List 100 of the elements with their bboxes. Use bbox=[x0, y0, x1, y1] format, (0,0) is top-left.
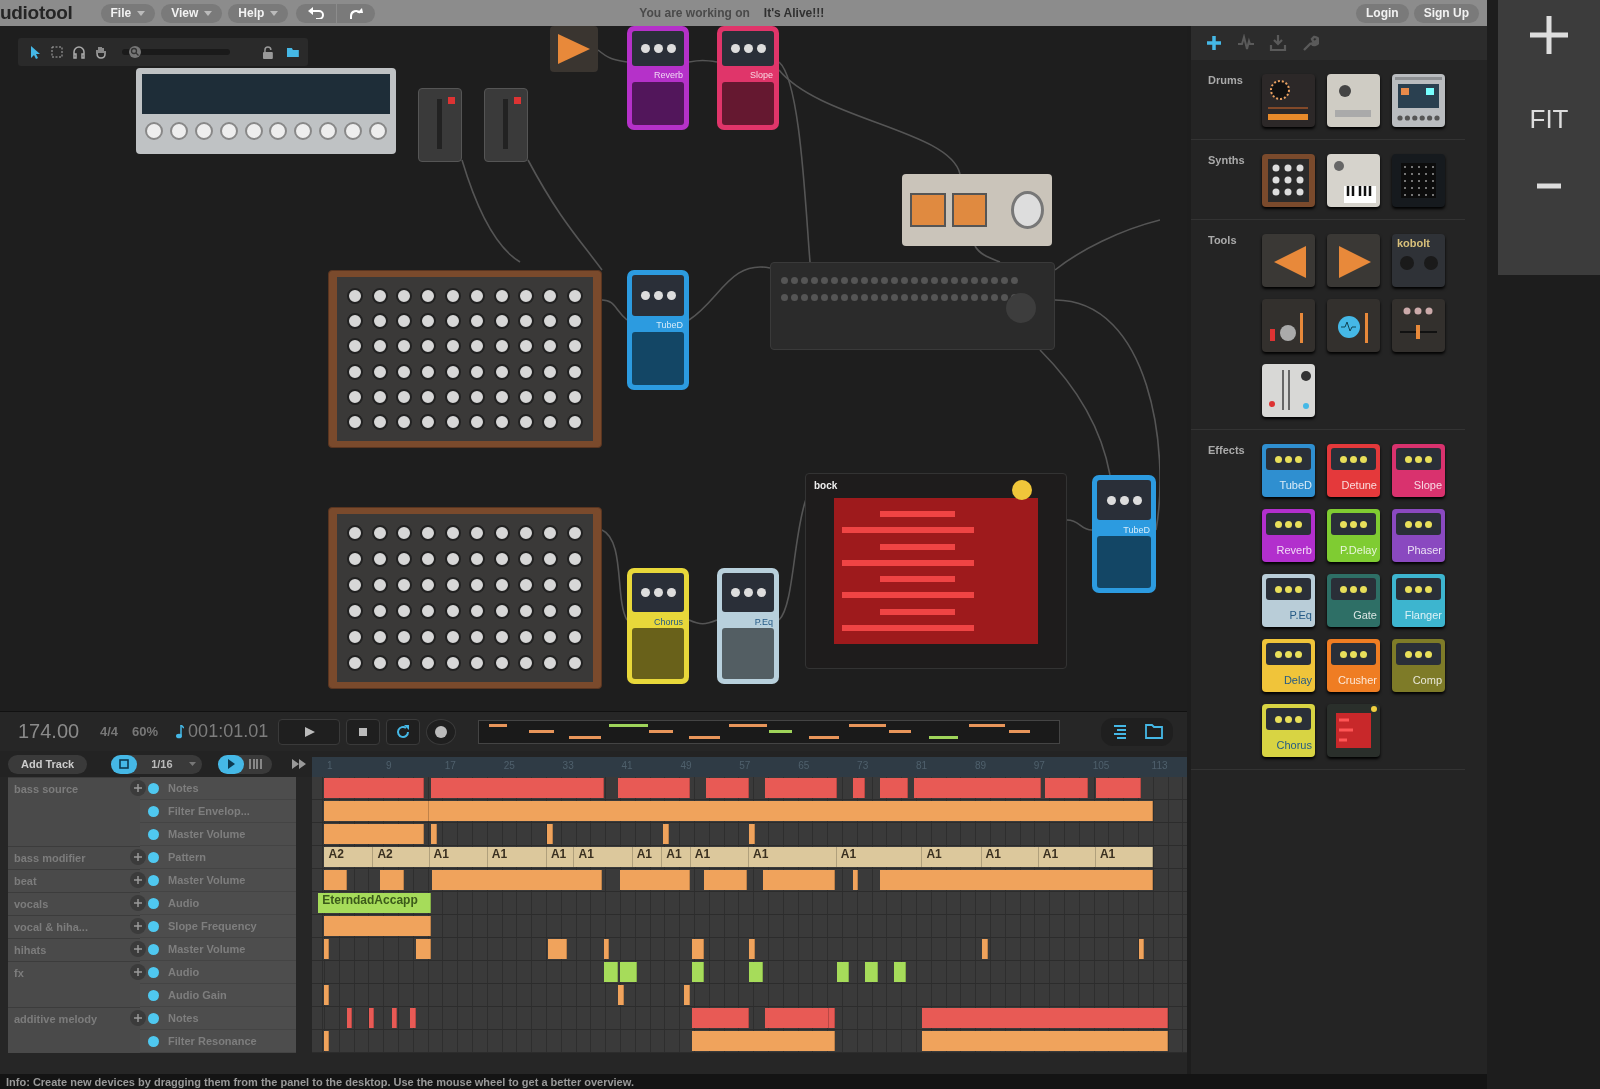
clip[interactable] bbox=[981, 939, 988, 959]
lane-dot-icon[interactable] bbox=[148, 874, 159, 886]
pedal-drawing[interactable]: TubeD bbox=[627, 270, 689, 390]
fast-forward-icon[interactable] bbox=[291, 759, 306, 769]
fit-button[interactable]: FIT bbox=[1529, 104, 1569, 135]
device-tile[interactable] bbox=[1392, 154, 1445, 207]
listen-tool[interactable] bbox=[70, 43, 88, 61]
zoom-slider-thumb[interactable] bbox=[127, 45, 142, 59]
clip[interactable]: A1 bbox=[546, 847, 575, 867]
marquee-tool[interactable] bbox=[48, 43, 66, 61]
sampler-drawing[interactable]: bock bbox=[805, 473, 1067, 669]
clip[interactable]: A1 bbox=[662, 847, 691, 867]
device-tile[interactable] bbox=[1262, 74, 1315, 127]
device-tile[interactable]: Delay bbox=[1262, 639, 1315, 692]
device-tile[interactable] bbox=[1327, 704, 1380, 757]
clip[interactable] bbox=[428, 801, 1154, 821]
snap-toggle[interactable] bbox=[111, 754, 138, 774]
add-lane-button[interactable] bbox=[130, 849, 146, 865]
device-tile[interactable] bbox=[1262, 364, 1315, 417]
clip[interactable]: A2 bbox=[324, 847, 374, 867]
clip[interactable]: A1 bbox=[1095, 847, 1154, 867]
clip[interactable] bbox=[763, 870, 835, 890]
add-lane-button[interactable] bbox=[130, 941, 146, 957]
clip[interactable]: A1 bbox=[429, 847, 488, 867]
add-tab[interactable] bbox=[1205, 34, 1223, 52]
clip[interactable]: A1 bbox=[690, 847, 749, 867]
clip[interactable] bbox=[691, 1008, 749, 1028]
clip[interactable] bbox=[430, 824, 437, 844]
clip[interactable] bbox=[706, 778, 749, 798]
clip[interactable] bbox=[1138, 939, 1144, 959]
redo-button[interactable] bbox=[337, 3, 376, 23]
splitter-drawing[interactable] bbox=[550, 26, 598, 72]
loop-button[interactable] bbox=[386, 718, 421, 745]
drum-machine-drawing[interactable] bbox=[136, 68, 396, 154]
lane-dot-icon[interactable] bbox=[148, 828, 159, 840]
clip[interactable] bbox=[547, 939, 568, 959]
pedal-drawing[interactable]: Chorus bbox=[627, 568, 689, 684]
clip[interactable]: A1 bbox=[836, 847, 923, 867]
clip[interactable] bbox=[324, 778, 425, 798]
bars-icon[interactable] bbox=[247, 758, 264, 770]
device-tile[interactable] bbox=[1327, 74, 1380, 127]
clip[interactable] bbox=[748, 824, 756, 844]
device-tile[interactable] bbox=[1262, 299, 1315, 352]
add-lane-button[interactable] bbox=[130, 780, 146, 796]
device-tile[interactable] bbox=[1262, 234, 1315, 287]
clip[interactable] bbox=[1095, 778, 1141, 798]
clip[interactable] bbox=[324, 939, 330, 959]
menu-button[interactable]: View bbox=[161, 3, 223, 23]
clip[interactable] bbox=[618, 778, 690, 798]
clip[interactable] bbox=[914, 778, 1041, 798]
clip[interactable] bbox=[324, 801, 429, 821]
clip[interactable] bbox=[391, 1008, 397, 1028]
device-tile[interactable] bbox=[1327, 234, 1380, 287]
lane-dot-icon[interactable] bbox=[148, 1012, 159, 1024]
clip[interactable] bbox=[620, 962, 637, 982]
clip[interactable] bbox=[922, 1008, 1169, 1028]
device-tile[interactable]: Gate bbox=[1327, 574, 1380, 627]
clip[interactable] bbox=[691, 1031, 835, 1051]
clip[interactable] bbox=[748, 939, 756, 959]
device-tile[interactable]: kobolt bbox=[1392, 234, 1445, 287]
pedal-drawing[interactable]: Reverb bbox=[627, 26, 689, 130]
clip[interactable] bbox=[922, 1031, 1169, 1051]
clip[interactable] bbox=[879, 778, 909, 798]
clip[interactable] bbox=[324, 985, 330, 1005]
vu-meter-drawing[interactable] bbox=[902, 174, 1052, 246]
device-tile[interactable]: Crusher bbox=[1327, 639, 1380, 692]
clip[interactable]: A1 bbox=[632, 847, 663, 867]
lane-dot-icon[interactable] bbox=[148, 966, 159, 978]
clip[interactable] bbox=[683, 985, 690, 1005]
lane-dot-icon[interactable] bbox=[148, 897, 159, 909]
menu-button[interactable]: Help bbox=[228, 3, 289, 23]
device-tile[interactable] bbox=[1392, 299, 1445, 352]
clip[interactable] bbox=[324, 916, 431, 936]
clip[interactable] bbox=[704, 870, 747, 890]
swing-display[interactable]: 60% bbox=[132, 724, 159, 739]
lane-dot-icon[interactable] bbox=[148, 805, 159, 817]
clip[interactable]: A1 bbox=[748, 847, 837, 867]
account-button[interactable]: Login bbox=[1356, 3, 1409, 23]
pedal-drawing[interactable]: P.Eq bbox=[717, 568, 779, 684]
lock-icon[interactable] bbox=[262, 45, 275, 59]
folder-icon[interactable] bbox=[286, 46, 300, 58]
clip[interactable]: A1 bbox=[1038, 847, 1096, 867]
clip[interactable] bbox=[1044, 778, 1088, 798]
folder-icon[interactable] bbox=[1145, 722, 1163, 739]
clip[interactable] bbox=[324, 824, 425, 844]
lane-dot-icon[interactable] bbox=[148, 851, 159, 863]
device-tile[interactable] bbox=[1327, 299, 1380, 352]
clip[interactable] bbox=[410, 1008, 417, 1028]
clip[interactable] bbox=[879, 870, 1154, 890]
clip[interactable] bbox=[618, 985, 625, 1005]
clip[interactable] bbox=[620, 870, 690, 890]
clip[interactable] bbox=[853, 870, 859, 890]
clip[interactable] bbox=[748, 962, 764, 982]
clip[interactable] bbox=[369, 1008, 375, 1028]
clip[interactable] bbox=[416, 939, 431, 959]
device-tile[interactable]: Phaser bbox=[1392, 509, 1445, 562]
clip[interactable]: A1 bbox=[574, 847, 633, 867]
record-button[interactable] bbox=[426, 718, 457, 745]
zoom-out-icon[interactable] bbox=[1537, 183, 1561, 189]
clip[interactable] bbox=[379, 870, 405, 890]
